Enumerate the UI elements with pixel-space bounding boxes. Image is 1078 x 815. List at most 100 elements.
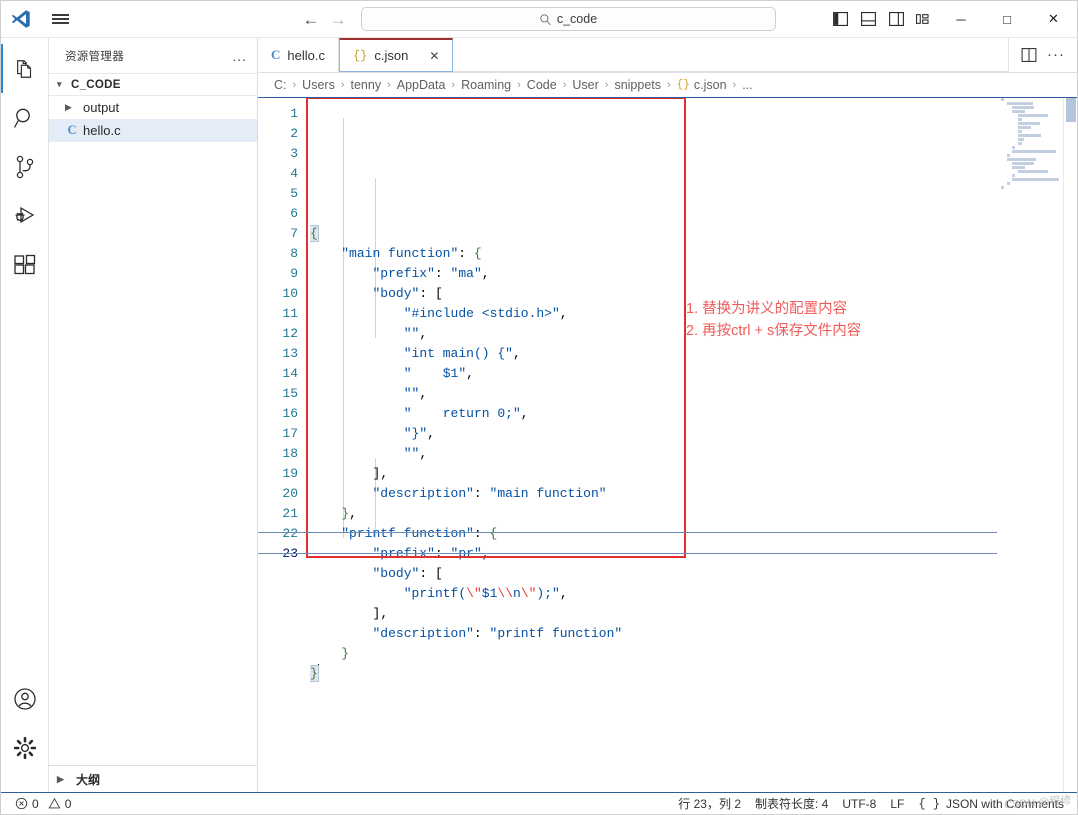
line-number: 2 [290, 126, 298, 141]
code-line: " $1", [403, 366, 474, 381]
activity-accounts[interactable] [1, 674, 49, 723]
breadcrumb-separator-icon: › [667, 79, 671, 91]
ellipsis-icon[interactable]: ··· [1047, 47, 1065, 62]
tree-item-output[interactable]: ▶ output [49, 96, 257, 119]
code-line: "prefix": "pr", [372, 546, 490, 561]
breadcrumb-item[interactable]: snippets [614, 78, 661, 92]
status-indentation[interactable]: 制表符长度: 4 [748, 793, 835, 815]
forward-arrow-icon[interactable]: → [330, 11, 347, 28]
activity-source-control[interactable] [1, 142, 49, 191]
code-text[interactable]: { "main function": { "prefix": "ma", "bo… [310, 98, 1077, 792]
close-icon[interactable]: ✕ [429, 49, 439, 63]
minimap-line [1017, 138, 1024, 141]
tab-label: c.json [374, 48, 409, 63]
close-button[interactable]: ✕ [1030, 1, 1077, 38]
activity-search[interactable] [1, 93, 49, 142]
status-encoding[interactable]: UTF-8 [835, 793, 883, 815]
toggle-primary-sidebar-button[interactable] [826, 1, 854, 38]
breadcrumb-item[interactable]: C: [274, 78, 287, 92]
code-line: "prefix": "ma", [372, 266, 490, 281]
code-line: "int main() {", [403, 346, 521, 361]
line-number: 6 [290, 206, 298, 221]
tree-item-label: hello.c [83, 123, 121, 138]
outline-section-header[interactable]: ▶ 大纲 [49, 765, 257, 792]
breadcrumb-separator-icon: › [451, 79, 456, 91]
split-editor-icon[interactable] [1021, 48, 1037, 62]
annotation-text: 2. 再按ctrl + s保存文件内容 [686, 320, 861, 342]
tree-item-hello-c[interactable]: C hello.c [49, 119, 257, 142]
editor-minimap[interactable] [997, 98, 1063, 792]
minimap-line [1017, 130, 1023, 133]
code-line: }, [341, 506, 357, 521]
breadcrumb-file[interactable]: c.json [694, 78, 727, 92]
breadcrumb-item[interactable]: tenny [351, 78, 382, 92]
code-line: "description": "printf function" [372, 626, 623, 641]
minimap-line [1012, 162, 1034, 165]
line-number: 19 [282, 466, 298, 481]
breadcrumb-item[interactable]: Code [527, 78, 557, 92]
activity-explorer[interactable] [0, 44, 49, 93]
back-arrow-icon[interactable]: ← [303, 11, 320, 28]
breadcrumb: C: › Users › tenny › AppData › Roaming ›… [258, 73, 1077, 97]
tab-c-json[interactable]: {} c.json ✕ [338, 38, 454, 72]
line-number: 11 [282, 306, 298, 321]
editor-vertical-scrollbar[interactable] [1063, 98, 1077, 792]
code-line: } [341, 646, 350, 661]
customize-layout-button[interactable] [910, 1, 938, 38]
breadcrumb-item[interactable]: Users [302, 78, 335, 92]
status-eol[interactable]: LF [883, 793, 911, 815]
line-number: 3 [290, 146, 298, 161]
search-input[interactable]: c_code [360, 7, 776, 31]
code-line: "body": [ [372, 566, 443, 581]
editor-actions: ··· [1008, 38, 1077, 72]
minimap-line [1017, 142, 1023, 145]
activity-run-debug[interactable] [1, 191, 49, 240]
editor-group: C hello.c {} c.json ✕ ··· C: › Users › t… [258, 38, 1077, 792]
minimap-line [1017, 170, 1049, 173]
code-line: "description": "main function" [372, 486, 607, 501]
line-number-current: 23 [282, 546, 298, 561]
navigation-arrows: ← → [303, 11, 347, 28]
chevron-right-icon: ▶ [57, 773, 64, 784]
status-bar-right: 行 23，列 2 制表符长度: 4 UTF-8 LF { } JSON with… [671, 793, 1071, 815]
activity-extensions[interactable] [1, 240, 49, 289]
breadcrumb-item[interactable]: Roaming [461, 78, 511, 92]
line-number: 17 [282, 426, 298, 441]
minimap-line [1017, 122, 1040, 125]
status-language-mode[interactable]: { } JSON with Comments [911, 793, 1071, 815]
c-file-icon: C [67, 123, 77, 137]
status-cursor-position[interactable]: 行 23，列 2 [671, 793, 748, 815]
search-icon [539, 13, 552, 26]
activity-settings[interactable] [1, 723, 49, 772]
tree-root-c-code[interactable]: ▾ C_CODE [49, 73, 257, 96]
explorer-more-actions-button[interactable]: ... [232, 48, 247, 64]
minimap-line [1012, 150, 1056, 153]
breadcrumb-separator-icon: › [604, 79, 609, 91]
tree-item-label: output [83, 100, 120, 115]
code-line: ], [372, 466, 389, 481]
tree-root-label: C_CODE [71, 78, 121, 91]
code-editor[interactable]: 1 2 3 4 5 6 7 8 9 10 11 12 13 14 15 16 1 [258, 97, 1077, 792]
toggle-panel-button[interactable] [854, 1, 882, 38]
line-number: 18 [282, 446, 298, 461]
scrollbar-thumb[interactable] [1066, 98, 1076, 122]
breadcrumb-separator-icon: › [732, 79, 737, 91]
breadcrumb-separator-icon: › [517, 79, 521, 91]
file-tree: ▾ C_CODE ▶ output C hello.c [49, 73, 257, 765]
titlebar-right-controls: ─ □ ✕ [826, 1, 1077, 38]
hamburger-menu-icon[interactable] [41, 1, 79, 38]
maximize-button[interactable]: □ [984, 1, 1030, 38]
line-number-gutter: 1 2 3 4 5 6 7 8 9 10 11 12 13 14 15 16 1 [258, 98, 310, 792]
toggle-secondary-sidebar-button[interactable] [882, 1, 910, 38]
breadcrumb-overflow[interactable]: ... [742, 78, 752, 92]
tab-hello-c[interactable]: C hello.c [258, 38, 339, 72]
breadcrumb-item[interactable]: AppData [397, 78, 446, 92]
line-number: 1 [290, 106, 298, 121]
breadcrumb-item[interactable]: User [572, 78, 598, 92]
editor-tab-bar: C hello.c {} c.json ✕ ··· [258, 38, 1077, 73]
breadcrumb-separator-icon: › [340, 79, 345, 91]
minimize-button[interactable]: ─ [938, 1, 984, 38]
status-problems[interactable]: 0 0 [15, 793, 78, 815]
title-bar: ← → c_code ─ □ ✕ [1, 1, 1077, 38]
line-number: 15 [282, 386, 298, 401]
